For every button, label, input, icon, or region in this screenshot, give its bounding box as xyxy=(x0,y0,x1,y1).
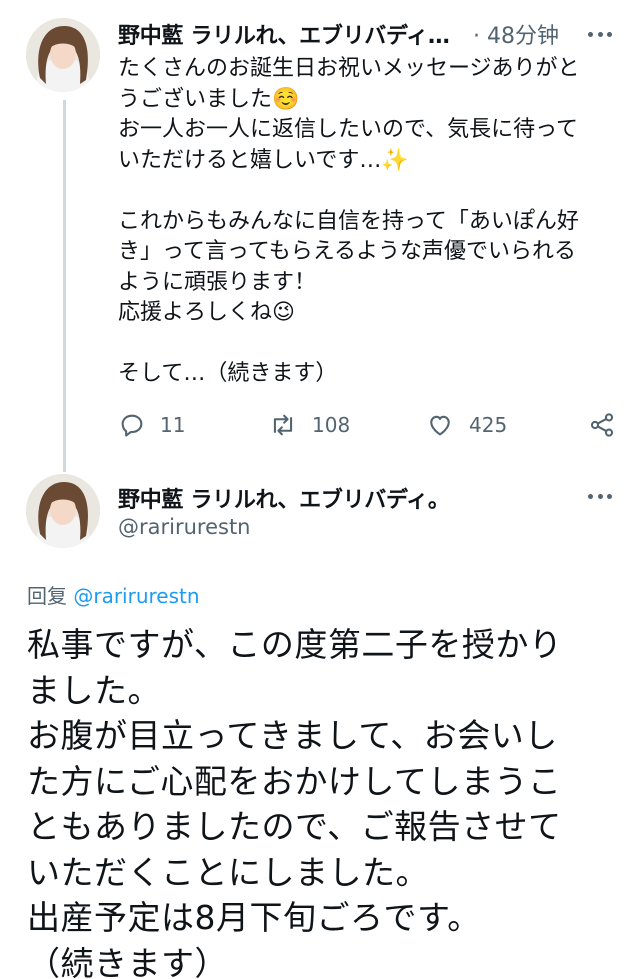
share-icon xyxy=(590,413,614,437)
author-name[interactable]: 野中藍 ラリルれ、エブリバディ… xyxy=(118,18,450,50)
thread-connector-line xyxy=(63,100,66,472)
reply-count: 11 xyxy=(160,413,186,437)
tweet-text: たくさんのお誕生日お祝いメッセージありがと うございました☺️ お一人お一人に返… xyxy=(118,56,580,386)
tweet-text: 私事ですが、この度第二子を授かり ました。 お腹が目立ってきまして、お会いし た… xyxy=(27,625,563,979)
retweet-count: 108 xyxy=(312,413,351,437)
reply-prefix: 回复 xyxy=(27,584,67,608)
reply-context: 回复 @rarirurestn xyxy=(27,580,200,609)
tweet-time[interactable]: · 48分钟 xyxy=(473,18,559,50)
time-label: 48分钟 xyxy=(487,24,559,49)
like-count: 425 xyxy=(469,413,508,437)
time-separator: · xyxy=(473,24,480,49)
reply-icon xyxy=(121,414,143,437)
avatar[interactable] xyxy=(26,474,100,548)
like-button[interactable]: 425 xyxy=(425,408,507,442)
author-handle[interactable]: @rarirurestn xyxy=(118,515,251,539)
retweet-button[interactable]: 108 xyxy=(268,408,350,442)
like-icon xyxy=(430,415,450,436)
avatar[interactable] xyxy=(26,18,100,92)
share-button[interactable] xyxy=(588,408,616,442)
tweet-actions: 11 108 425 xyxy=(118,408,618,442)
more-icon[interactable] xyxy=(586,486,614,506)
reply-button[interactable]: 11 xyxy=(118,408,185,442)
tweet-header: 野中藍 ラリルれ、エブリバディ… · 48分钟 xyxy=(118,18,618,50)
author-name[interactable]: 野中藍 ラリルれ、エブリバディ。 xyxy=(118,482,450,514)
retweet-icon xyxy=(273,414,293,436)
reply-mention-link[interactable]: @rarirurestn xyxy=(73,584,199,608)
more-icon[interactable] xyxy=(586,24,614,44)
